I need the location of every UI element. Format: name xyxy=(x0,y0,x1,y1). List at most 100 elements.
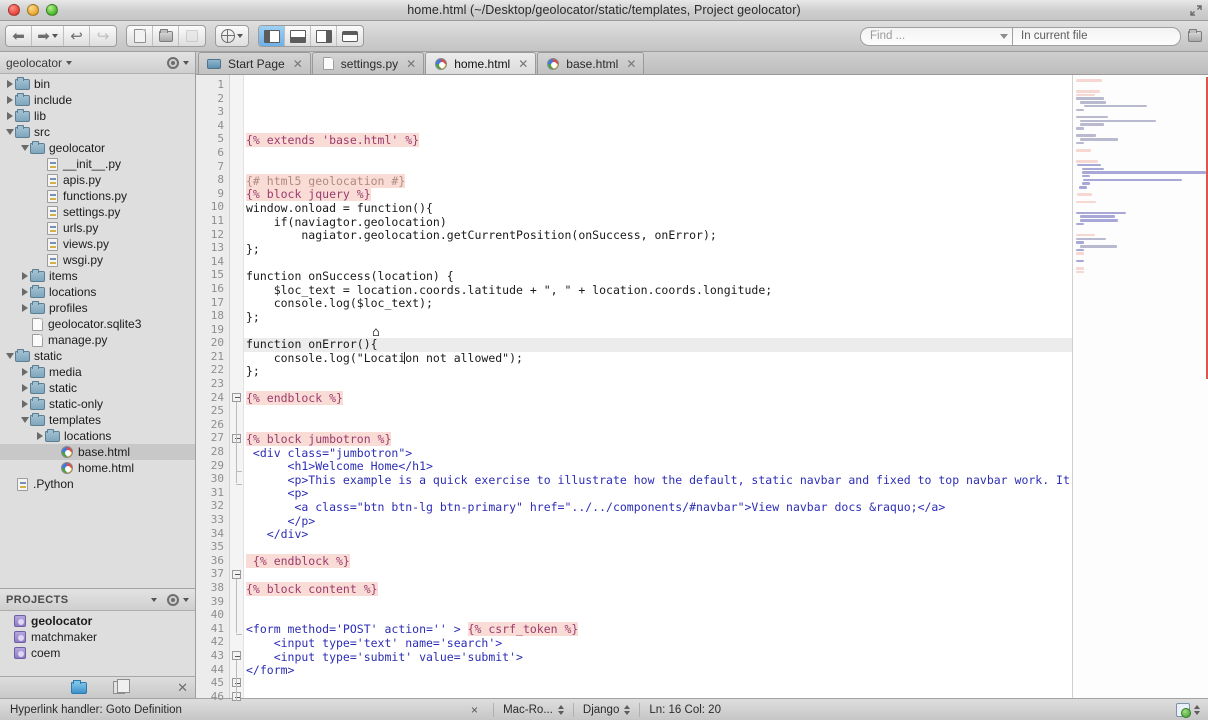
code-view[interactable]: ⌂ {% extends 'base.html' %} {# html5 geo… xyxy=(244,75,1072,698)
chevron-down-icon[interactable] xyxy=(4,129,15,135)
code-line[interactable]: {% block jumbotron %} xyxy=(244,432,1072,447)
editor-tab[interactable]: settings.py ✕ xyxy=(311,52,425,74)
chevron-right-icon[interactable] xyxy=(4,80,15,88)
code-line[interactable]: <input type='submit' value='submit'> xyxy=(244,650,1072,665)
syntax-selector[interactable]: Django xyxy=(583,704,631,716)
toggle-right-panel-button[interactable] xyxy=(311,26,337,46)
code-line[interactable] xyxy=(244,324,1072,338)
gear-icon[interactable] xyxy=(167,593,179,606)
fullscreen-icon[interactable] xyxy=(1188,3,1204,18)
file-tree-item[interactable]: functions.py xyxy=(0,188,195,204)
project-list-item[interactable]: coem xyxy=(0,645,195,661)
code-line[interactable]: {% endblock %} xyxy=(244,554,1072,569)
editor-tab-bar[interactable]: Start Page ✕ settings.py ✕ home.html ✕ base.ht… xyxy=(196,52,1208,75)
file-tree-item[interactable]: static-only xyxy=(0,396,195,412)
dismiss-status-icon[interactable]: × xyxy=(465,703,484,717)
code-line[interactable]: console.log($loc_text); xyxy=(244,296,1072,311)
file-tree-item[interactable]: items xyxy=(0,268,195,284)
chevron-right-icon[interactable] xyxy=(19,304,30,312)
project-list-item[interactable]: geolocator xyxy=(0,613,195,629)
code-line[interactable]: console.log("Location not allowed"); xyxy=(244,351,1072,366)
file-tree-item[interactable]: geolocator xyxy=(0,140,195,156)
code-line[interactable]: function onSuccess(location) { xyxy=(244,269,1072,284)
code-line[interactable] xyxy=(244,610,1072,624)
open-in-browser-button[interactable] xyxy=(216,26,248,46)
stepper-icon[interactable] xyxy=(557,704,564,715)
code-line[interactable]: function onError(){ xyxy=(244,337,1072,352)
file-tree-item[interactable]: base.html xyxy=(0,444,195,460)
toggle-bottom-panel-button[interactable] xyxy=(285,26,311,46)
forward-button[interactable]: ➡ xyxy=(32,26,64,46)
code-line[interactable]: {% block jquery %} xyxy=(244,187,1072,202)
code-line[interactable]: </p> xyxy=(244,514,1072,529)
chevron-down-icon[interactable] xyxy=(183,60,189,65)
file-tree-item[interactable]: home.html xyxy=(0,460,195,476)
find-input[interactable]: Find ... xyxy=(860,26,1013,46)
new-file-button[interactable] xyxy=(127,26,153,46)
chevron-right-icon[interactable] xyxy=(19,384,30,392)
file-tree-item[interactable]: apis.py xyxy=(0,172,195,188)
file-tree-item[interactable]: templates xyxy=(0,412,195,428)
code-line[interactable]: window.onload = function(){ xyxy=(244,201,1072,216)
file-tree-item[interactable]: geolocator.sqlite3 xyxy=(0,316,195,332)
code-fold-toggle[interactable] xyxy=(232,651,241,661)
chevron-right-icon[interactable] xyxy=(4,112,15,120)
code-minimap[interactable] xyxy=(1072,75,1208,698)
code-line[interactable] xyxy=(244,256,1072,270)
back-button[interactable]: ⬅ xyxy=(6,26,32,46)
close-panel-icon[interactable]: ✕ xyxy=(177,680,188,696)
code-line[interactable] xyxy=(244,678,1072,692)
file-tree-item[interactable]: wsgi.py xyxy=(0,252,195,268)
code-line[interactable] xyxy=(244,691,1072,698)
code-line[interactable]: <div class="jumbotron"> xyxy=(244,446,1072,461)
code-fold-toggle[interactable] xyxy=(232,569,241,579)
encoding-selector[interactable]: Mac-Ro... xyxy=(503,704,564,716)
chevron-down-icon[interactable] xyxy=(183,597,189,602)
file-tree-item[interactable]: locations xyxy=(0,284,195,300)
file-tree[interactable]: bin include lib src geolocator __init__.py api… xyxy=(0,74,195,588)
file-tree-item[interactable]: media xyxy=(0,364,195,380)
code-line[interactable]: }; xyxy=(244,310,1072,325)
file-tree-item[interactable]: static xyxy=(0,380,195,396)
file-tree-item[interactable]: .Python xyxy=(0,476,195,492)
code-line[interactable]: <p> xyxy=(244,487,1072,501)
code-line[interactable]: <p>This example is a quick exercise to i… xyxy=(244,473,1072,488)
code-line[interactable] xyxy=(244,419,1072,433)
chevron-right-icon[interactable] xyxy=(19,400,30,408)
code-line[interactable]: <form method='POST' action='' > {% csrf_… xyxy=(244,622,1072,637)
code-line[interactable]: </form> xyxy=(244,663,1072,678)
redo-button[interactable]: ↪ xyxy=(90,26,116,46)
file-tree-item[interactable]: urls.py xyxy=(0,220,195,236)
code-line[interactable] xyxy=(244,406,1072,420)
chevron-down-icon[interactable] xyxy=(66,60,73,65)
open-file-button[interactable] xyxy=(153,26,179,46)
code-line[interactable]: nagiator.geolocation.getCurrentPosition(… xyxy=(244,228,1072,243)
file-tree-item[interactable]: profiles xyxy=(0,300,195,316)
editor-tab[interactable]: base.html ✕ xyxy=(537,52,645,74)
code-fold-toggle[interactable] xyxy=(232,392,241,402)
code-line[interactable]: </div> xyxy=(244,527,1072,542)
chevron-right-icon[interactable] xyxy=(19,272,30,280)
file-tree-item[interactable]: settings.py xyxy=(0,204,195,220)
stepper-icon[interactable] xyxy=(1194,704,1201,715)
file-tree-item[interactable]: __init__.py xyxy=(0,156,195,172)
file-tree-item[interactable]: lib xyxy=(0,108,195,124)
copy-icon[interactable] xyxy=(112,679,130,694)
file-tree-item[interactable]: locations xyxy=(0,428,195,444)
chevron-right-icon[interactable] xyxy=(19,368,30,376)
code-line[interactable]: {% block content %} xyxy=(244,581,1072,597)
code-line[interactable] xyxy=(244,569,1072,583)
close-tab-icon[interactable]: ✕ xyxy=(293,57,303,71)
find-in-folder-icon[interactable] xyxy=(1188,28,1202,42)
editor-tab[interactable]: Start Page ✕ xyxy=(198,52,311,74)
close-tab-icon[interactable]: ✕ xyxy=(626,57,636,71)
code-fold-column[interactable] xyxy=(230,75,244,701)
chevron-down-icon[interactable] xyxy=(19,145,30,151)
toggle-left-panel-button[interactable] xyxy=(259,26,285,46)
code-line[interactable]: if(naviagtor.geolocation) xyxy=(244,215,1072,230)
gear-icon[interactable] xyxy=(167,56,179,69)
code-line[interactable]: {% extends 'base.html' %} xyxy=(244,133,1072,148)
code-line[interactable] xyxy=(244,542,1072,556)
code-line[interactable] xyxy=(244,596,1072,610)
code-line[interactable] xyxy=(244,161,1072,175)
